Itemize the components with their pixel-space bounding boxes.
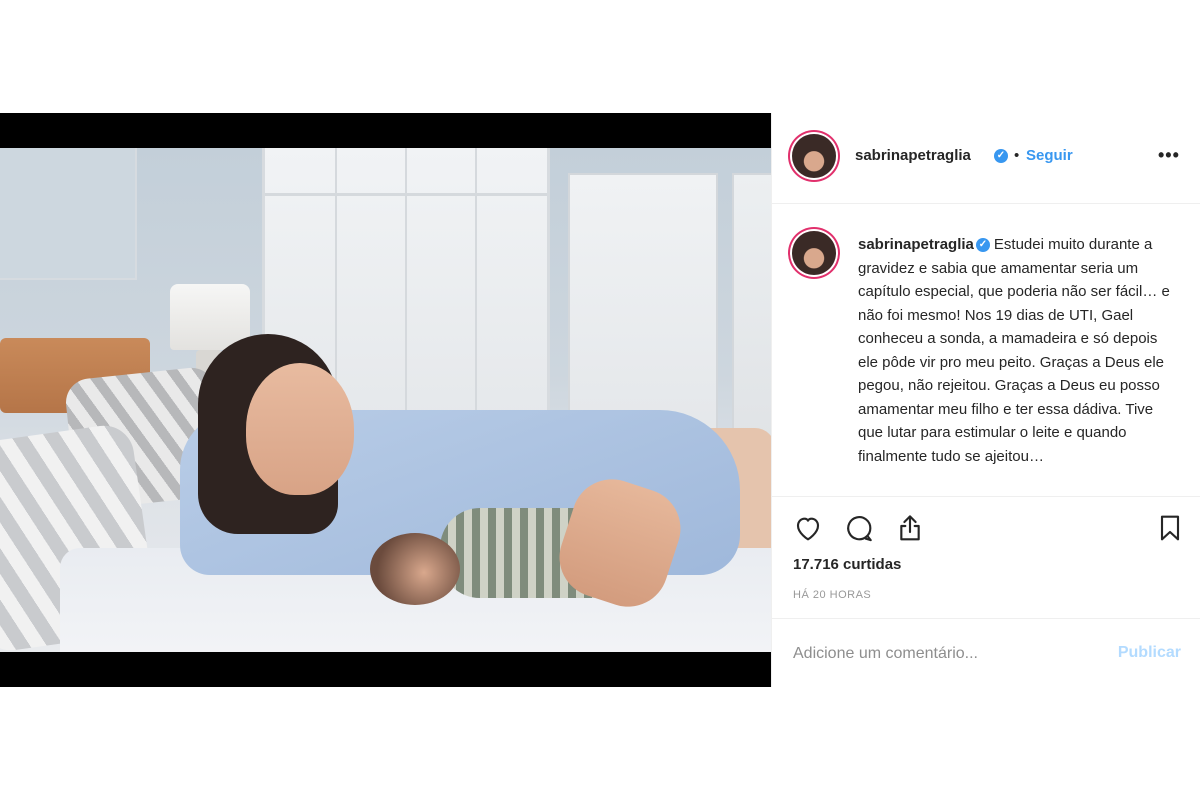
caption-divider [772,496,1200,497]
post-photo [0,148,771,652]
avatar[interactable] [792,134,836,178]
caption-avatar[interactable] [792,231,836,275]
bookmark-icon[interactable] [1154,512,1186,544]
caption-username[interactable]: sabrinapetraglia [858,236,974,253]
comment-icon[interactable] [843,512,875,544]
door-right [732,173,771,467]
comment-divider [772,618,1200,619]
post-panel: sabrinapetraglia ✓ • Seguir ••• sabrinap… [771,113,1200,687]
comment-input[interactable] [793,642,1093,666]
post-media[interactable] [0,113,771,687]
likes-count[interactable]: 17.716 curtidas [793,556,901,573]
post-timestamp[interactable]: HÁ 20 HORAS [793,589,871,601]
header-username[interactable]: sabrinapetraglia [855,147,971,164]
more-horizontal-icon[interactable]: ••• [1158,145,1180,166]
share-icon[interactable] [894,512,926,544]
heart-icon[interactable] [792,512,824,544]
wall-frame [0,148,137,280]
header-divider [772,203,1200,204]
follow-button[interactable]: Seguir [1026,147,1073,164]
face [246,363,354,495]
publish-button[interactable]: Publicar [1118,644,1181,662]
caption-verified-icon: ✓ [975,238,990,253]
verified-icon: ✓ [994,149,1008,163]
separator-dot: • [1014,147,1020,164]
caption-text: Estudei muito durante a gravidez e sabia… [858,236,1170,465]
caption: sabrinapetraglia ✓ Estudei muito durante a… [858,233,1176,486]
baby-head [370,533,460,605]
